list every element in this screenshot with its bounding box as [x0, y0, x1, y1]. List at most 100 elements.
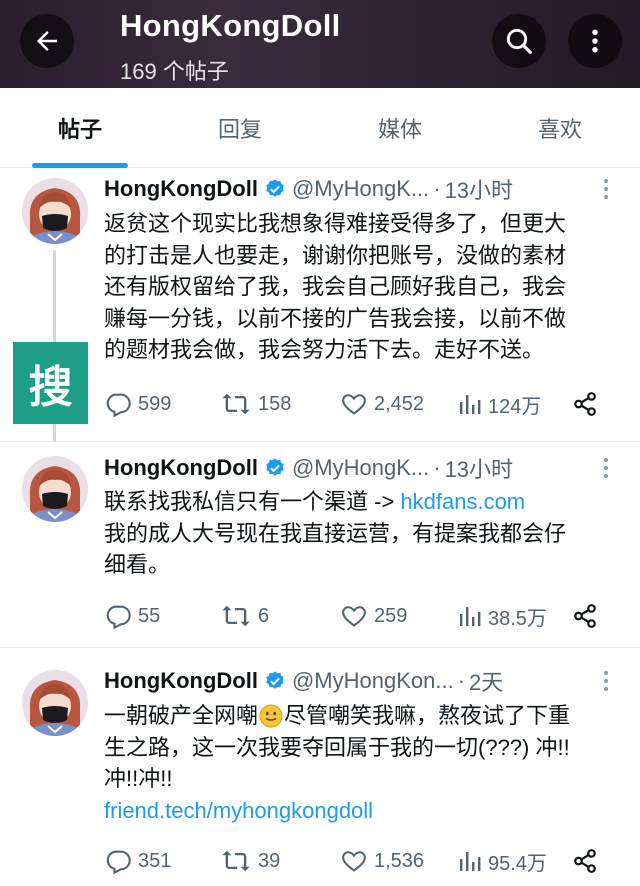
post-time[interactable]: 13小时: [445, 173, 513, 205]
search-icon: [506, 28, 532, 54]
views-chart-icon: [460, 852, 481, 871]
tab-label: 帖子: [57, 117, 102, 142]
post-time[interactable]: 2天: [469, 665, 503, 697]
repost-icon: [222, 605, 250, 627]
avatar-image: [22, 670, 88, 736]
avatar[interactable]: [22, 456, 88, 522]
separator-dot: ·: [433, 455, 441, 480]
post-text-line: 还有版权留给了我，我会自己顾好我自己，我会: [104, 274, 567, 299]
repost-button[interactable]: 39: [220, 844, 280, 878]
like-count: 259: [374, 604, 408, 627]
tab-label: 媒体: [377, 117, 422, 142]
tab-label: 喜欢: [537, 117, 582, 142]
author-handle[interactable]: @MyHongK...: [292, 455, 429, 481]
reply-count: 55: [138, 604, 161, 627]
views-button[interactable]: 38.5万: [458, 599, 547, 633]
like-button[interactable]: 2,452: [340, 387, 424, 421]
share-button[interactable]: [572, 599, 598, 633]
post-text-line: 我的成人大号现在我直接运营，有提案我都会仔: [104, 520, 567, 546]
post-more-button[interactable]: [596, 453, 616, 483]
reply-button[interactable]: 351: [104, 844, 171, 878]
post-text-segment: 联系找我私信只有一个渠道 ->: [104, 489, 401, 514]
profile-header: HongKongDoll 169 个帖子: [0, 0, 640, 88]
arrow-left-icon: [37, 31, 57, 51]
post-text-line: 赚每一分钱，以前不接的广告我会接，以前不做: [104, 305, 567, 331]
post-count: 169 个帖子: [120, 59, 229, 84]
post-text: 联系找我私信只有一个渠道 -> hkdfans.com 我的成人大号现在我直接运…: [104, 486, 610, 581]
post[interactable]: HongKongDoll @MyHongK... · 13小时 联系找我私信只有…: [0, 442, 640, 648]
heart-icon: [342, 851, 366, 872]
author-handle[interactable]: @MyHongKon...: [292, 668, 454, 694]
share-icon: [574, 392, 596, 416]
post-text: 返贫这个现实比我想象得难接受得多了，但更大 的打击是人也要走，谢谢你把账号，没做…: [104, 208, 610, 366]
views-button[interactable]: 124万: [458, 387, 541, 421]
like-button[interactable]: 1,536: [340, 844, 424, 878]
more-vertical-icon: [592, 29, 598, 53]
post-text-line: 一朝破产全网嘲 尽管嘲笑我嘛，熬夜试了下重: [104, 700, 610, 732]
external-link[interactable]: hkdfans.com: [400, 489, 525, 514]
heart-icon: [342, 394, 366, 415]
tab-likes[interactable]: 喜欢: [480, 88, 640, 168]
author-name[interactable]: HongKongDoll: [104, 176, 258, 202]
post-text-segment: 一朝破产全网嘲: [104, 703, 259, 728]
reply-button[interactable]: 599: [104, 387, 171, 421]
repost-count: 6: [258, 604, 270, 627]
author-handle[interactable]: @MyHongK...: [292, 176, 429, 202]
post-text-line: 联系找我私信只有一个渠道 -> hkdfans.com: [104, 486, 610, 518]
profile-title: HongKongDoll: [120, 8, 341, 43]
post[interactable]: HongKongDoll @MyHongKon... · 2天 一朝破产全网嘲 …: [0, 648, 640, 886]
repost-icon: [222, 393, 250, 415]
reply-button[interactable]: 55: [104, 599, 160, 633]
more-vertical-icon: [604, 458, 608, 478]
separator-dot: ·: [457, 668, 466, 693]
avatar[interactable]: [22, 178, 88, 244]
verified-badge-icon: [264, 670, 286, 692]
views-chart-icon: [460, 395, 481, 414]
avatar[interactable]: [22, 670, 88, 736]
like-count: 1,536: [374, 849, 425, 872]
repost-button[interactable]: 6: [220, 599, 269, 633]
avatar-image: [22, 178, 88, 244]
tab-posts[interactable]: 帖子: [0, 88, 160, 168]
more-button[interactable]: [568, 14, 622, 68]
more-vertical-icon: [604, 179, 608, 199]
repost-button[interactable]: 158: [220, 387, 291, 421]
back-button[interactable]: [20, 14, 74, 68]
tab-media[interactable]: 媒体: [320, 88, 480, 168]
share-button[interactable]: [572, 387, 598, 421]
view-count: 38.5万: [488, 607, 547, 630]
author-name[interactable]: HongKongDoll: [104, 668, 258, 694]
views-chart-icon: [460, 607, 481, 626]
reply-icon: [106, 850, 131, 875]
smiling-emoji-icon: [259, 704, 283, 728]
like-button[interactable]: 259: [340, 599, 407, 633]
heart-icon: [342, 606, 366, 627]
watermark-logo: 搜: [13, 342, 88, 424]
post-time[interactable]: 13小时: [445, 452, 513, 484]
post-text-line: 冲!!冲!!: [104, 766, 173, 791]
post-more-button[interactable]: [596, 666, 616, 696]
share-button[interactable]: [572, 844, 598, 878]
avatar-image: [22, 456, 88, 522]
share-icon: [574, 849, 596, 873]
profile-tabs: 帖子 回复 媒体 喜欢: [0, 88, 640, 168]
view-count: 124万: [488, 395, 542, 418]
like-count: 2,452: [374, 392, 425, 415]
post[interactable]: HongKongDoll @MyHongK... · 13小时 返贫这个现实比我…: [0, 168, 640, 442]
share-icon: [574, 604, 596, 628]
post-actions: 55 6 259 38.5万: [104, 599, 604, 633]
post-more-button[interactable]: [596, 174, 616, 204]
search-button[interactable]: [492, 14, 546, 68]
verified-badge-icon: [264, 178, 286, 200]
reply-icon: [106, 393, 131, 418]
verified-badge-icon: [264, 457, 286, 479]
more-vertical-icon: [604, 671, 608, 691]
external-link[interactable]: friend.tech/myhongkongdoll: [104, 795, 610, 827]
post-actions: 599 158 2,452 124万: [104, 387, 604, 421]
views-button[interactable]: 95.4万: [458, 844, 547, 878]
tab-replies[interactable]: 回复: [160, 88, 320, 168]
author-name[interactable]: HongKongDoll: [104, 455, 258, 481]
post-header: HongKongDoll @MyHongK... · 13小时: [104, 453, 513, 483]
reply-icon: [106, 605, 131, 630]
post-text-line: 的打击是人也要走，谢谢你把账号，没做的素材: [104, 242, 567, 268]
